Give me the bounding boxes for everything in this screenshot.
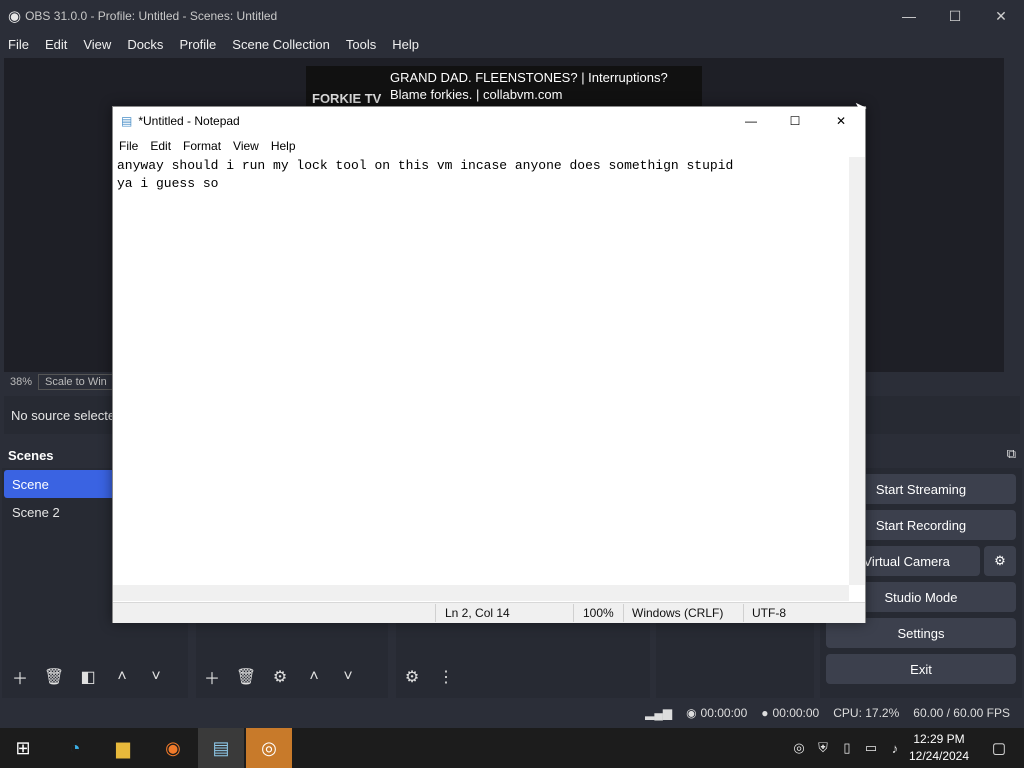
usb-tray-icon[interactable]: ▯ — [836, 728, 858, 768]
volume-tray-icon[interactable]: ♪ — [884, 728, 906, 768]
banner-line-1: GRAND DAD. FLEENSTONES? | Interruptions? — [390, 70, 668, 85]
scale-to-window-button[interactable]: Scale to Win — [38, 374, 114, 390]
menu-view[interactable]: View — [75, 37, 119, 52]
mixer-toolbar: ⚙ ⋮ — [398, 660, 460, 694]
sources-toolbar: ＋ 🗑 ⚙ ˄ ˅ — [198, 660, 362, 694]
banner-line-2: Blame forkies. | collabvm.com — [390, 87, 563, 102]
security-tray-icon[interactable]: ⛨ — [812, 728, 834, 768]
add-source-icon[interactable]: ＋ — [198, 663, 226, 691]
preview-zoom[interactable]: 38% — [4, 376, 38, 388]
notepad-menu-help[interactable]: Help — [265, 139, 302, 153]
remove-source-icon[interactable]: 🗑 — [232, 663, 260, 691]
notifications-icon[interactable]: ▢ — [976, 728, 1022, 768]
obs-statusbar: ▂▄▆ ◉ 00:00:00 ● 00:00:00 CPU: 17.2% 60.00… — [0, 700, 1024, 726]
notepad-window: ▤ *Untitled - Notepad — ☐ ✕ File Edit Fo… — [112, 106, 866, 623]
start-windows-icon[interactable]: ⊞ — [0, 728, 46, 768]
notepad-maximize-button[interactable]: ☐ — [773, 114, 817, 128]
notepad-menu-view[interactable]: View — [227, 139, 265, 153]
obs-tray-icon[interactable]: ◎ — [788, 728, 810, 768]
notepad-text-area[interactable]: anyway should i run my lock tool on this… — [117, 157, 847, 577]
obs-menubar: File Edit View Docks Profile Scene Colle… — [0, 32, 1024, 56]
stream-status-icon: ◉ — [686, 706, 697, 720]
obs-taskbar-icon[interactable]: ◎ — [246, 728, 292, 768]
record-time: 00:00:00 — [772, 706, 820, 720]
notepad-menubar: File Edit Format View Help — [113, 137, 865, 155]
undock-icon[interactable]: ⧉ — [1007, 446, 1016, 462]
scenes-toolbar: ＋ 🗑 ◧ ˄ ˅ — [6, 660, 170, 694]
stream-banner: FORKIE TV GRAND DAD. FLEENSTONES? | Inte… — [306, 66, 702, 106]
windows-taskbar: ⊞ ◔ ▆ ◉ ▤ ◎ ◎ ⛨ ▯ ▭ ♪ 12:29 PM 12/24/202… — [0, 728, 1024, 768]
line-ending: Windows (CRLF) — [632, 606, 724, 620]
mixer-menu-icon[interactable]: ⋮ — [432, 663, 460, 691]
banner-text: GRAND DAD. FLEENSTONES? | Interruptions?… — [390, 69, 668, 103]
cpu-usage: CPU: 17.2% — [833, 706, 900, 720]
record-timer: ● 00:00:00 — [761, 706, 819, 720]
add-scene-icon[interactable]: ＋ — [6, 663, 34, 691]
notepad-menu-file[interactable]: File — [113, 139, 144, 153]
move-down-icon[interactable]: ˅ — [142, 663, 170, 691]
menu-file[interactable]: File — [0, 37, 37, 52]
menu-help[interactable]: Help — [384, 37, 427, 52]
notepad-menu-format[interactable]: Format — [177, 139, 227, 153]
transitions-dock — [656, 620, 814, 698]
menu-edit[interactable]: Edit — [37, 37, 75, 52]
notepad-menu-edit[interactable]: Edit — [144, 139, 177, 153]
notepad-zoom: 100% — [583, 606, 614, 620]
cursor-position: Ln 2, Col 14 — [445, 606, 510, 620]
clock-date: 12/24/2024 — [908, 749, 970, 763]
notepad-title: *Untitled - Notepad — [138, 114, 240, 128]
file-explorer-icon[interactable]: ▆ — [100, 728, 146, 768]
remove-scene-icon[interactable]: 🗑 — [40, 663, 68, 691]
no-source-label: No source selecte — [11, 407, 116, 423]
notepad-statusbar: Ln 2, Col 14 100% Windows (CRLF) UTF-8 — [113, 602, 865, 623]
virtual-camera-settings-icon[interactable]: ⚙ — [984, 546, 1016, 576]
stream-timer: ◉ 00:00:00 — [686, 706, 747, 720]
firefox-icon[interactable]: ◉ — [150, 728, 196, 768]
clock-time: 12:29 PM — [913, 732, 965, 746]
obs-window-title: OBS 31.0.0 - Profile: Untitled - Scenes:… — [25, 9, 278, 23]
forkie-tv-logo: FORKIE TV — [312, 91, 382, 106]
taskbar-clock[interactable]: 12:29 PM 12/24/2024 — [904, 731, 974, 765]
record-status-icon: ● — [761, 706, 769, 720]
notepad-vertical-scrollbar[interactable] — [849, 157, 865, 585]
edge-browser-icon[interactable]: ◔ — [52, 728, 98, 768]
mixer-settings-icon[interactable]: ⚙ — [398, 663, 426, 691]
notepad-minimize-button[interactable]: — — [729, 114, 773, 128]
encoding: UTF-8 — [752, 606, 786, 620]
exit-button[interactable]: Exit — [826, 654, 1016, 684]
obs-maximize-button[interactable]: ☐ — [932, 0, 978, 32]
stream-time: 00:00:00 — [700, 706, 748, 720]
notepad-icon: ▤ — [121, 114, 133, 128]
notepad-taskbar-icon[interactable]: ▤ — [198, 728, 244, 768]
source-properties-icon[interactable]: ⚙ — [266, 663, 294, 691]
network-tray-icon[interactable]: ▭ — [860, 728, 882, 768]
move-up-icon[interactable]: ˄ — [108, 663, 136, 691]
notepad-horizontal-scrollbar[interactable] — [113, 585, 849, 601]
source-up-icon[interactable]: ˄ — [300, 663, 328, 691]
obs-minimize-button[interactable]: — — [886, 0, 932, 32]
obs-logo-icon: ◉ — [8, 8, 22, 25]
fps-readout: 60.00 / 60.00 FPS — [913, 706, 1010, 720]
menu-docks[interactable]: Docks — [119, 37, 171, 52]
menu-scene-collection[interactable]: Scene Collection — [224, 37, 338, 52]
obs-close-button[interactable]: ✕ — [978, 0, 1024, 32]
signal-icon: ▂▄▆ — [645, 706, 673, 720]
scene-filters-icon[interactable]: ◧ — [74, 663, 102, 691]
source-down-icon[interactable]: ˅ — [334, 663, 362, 691]
notepad-titlebar[interactable]: ▤ *Untitled - Notepad — ☐ ✕ — [113, 107, 865, 135]
obs-titlebar: ◉ OBS 31.0.0 - Profile: Untitled - Scene… — [0, 0, 1024, 32]
menu-profile[interactable]: Profile — [171, 37, 224, 52]
mouse-cursor-icon: ➤ — [854, 100, 868, 117]
menu-tools[interactable]: Tools — [338, 37, 384, 52]
